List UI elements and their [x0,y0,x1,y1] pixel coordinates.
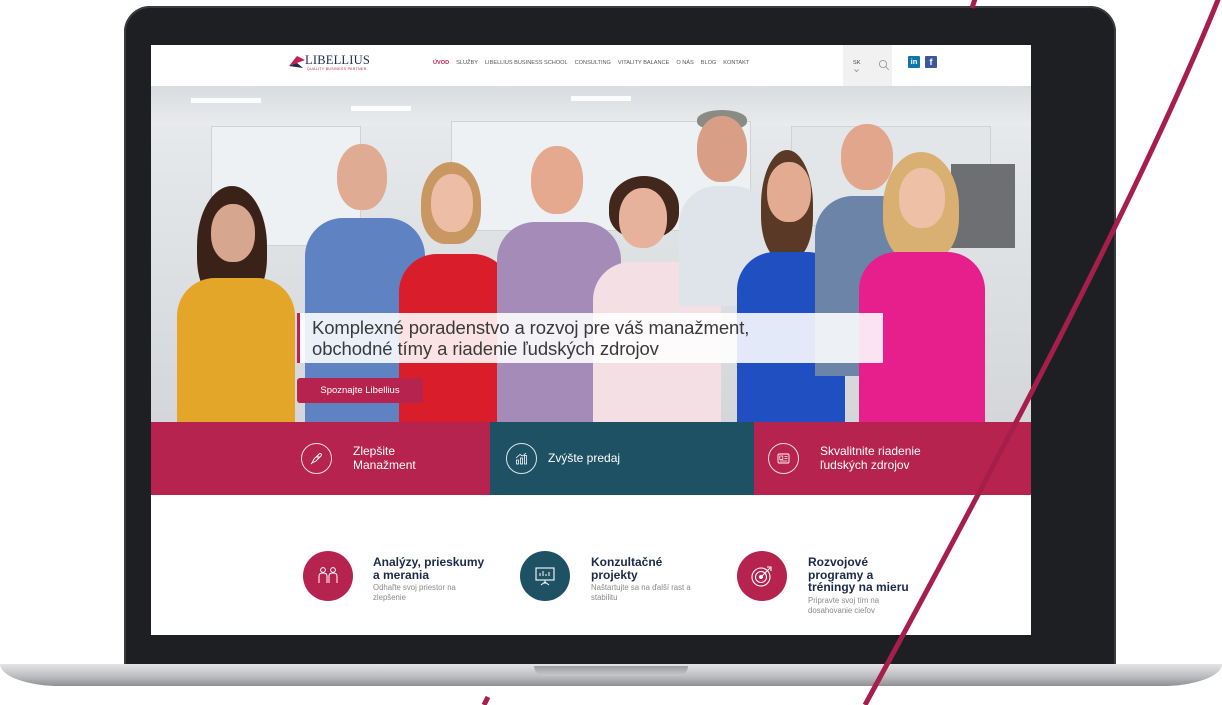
search-icon[interactable] [878,59,890,71]
main-menu: ÚVOD SLUŽBY LIBELLIUS BUSINESS SCHOOL CO… [433,60,749,66]
ceiling-light [191,98,261,103]
hero-headline-line-2: obchodné tímy a riadenie ľudských zdrojo… [312,338,659,359]
hero-headline: Komplexné poradenstvo a rozvoj pre váš m… [297,313,883,363]
service-title-line: Analýzy, prieskumy [373,555,485,569]
service-description: Odhaľte svoj priestor na zlepšenie [373,583,456,602]
service-desc-line: Odhaľte svoj priestor na [373,583,456,592]
site-logo[interactable]: LIBELLIUS QUALITY BUSINESS PARTNER [287,53,397,77]
ceiling-light [571,96,631,101]
feature-label-line-1: Zlepšite [353,444,396,458]
feature-label-line-2: ľudských zdrojov [820,458,910,472]
service-description: Naštartujte sa na ďalší rast a stabilitu [591,583,691,602]
people-analysis-icon[interactable] [303,551,353,601]
id-card-icon [768,443,799,474]
nav-item-o-nas[interactable]: O NÁS [676,60,693,66]
ceiling-light [351,106,411,111]
feature-label: Zlepšite Manažment [353,444,416,472]
nav-item-consulting[interactable]: CONSULTING [575,60,611,66]
learn-more-button[interactable]: Spoznajte Libellius [297,378,423,403]
nav-item-business-school[interactable]: LIBELLIUS BUSINESS SCHOOL [485,60,568,66]
navbar: LIBELLIUS QUALITY BUSINESS PARTNER ÚVOD … [151,45,1031,86]
feature-improve-management[interactable]: Zlepšite Manažment [151,422,490,495]
target-icon[interactable] [737,551,787,601]
logo-subtitle: QUALITY BUSINESS PARTNER [307,67,367,71]
service-title-line: Konzultačné [591,555,663,569]
logo-text: LIBELLIUS [305,53,370,67]
feature-increase-sales[interactable]: Zvýšte predaj [490,422,754,495]
linkedin-icon[interactable]: in [908,56,920,68]
hero-headline-line-1: Komplexné poradenstvo a rozvoj pre váš m… [312,317,750,338]
laptop-screen: LIBELLIUS QUALITY BUSINESS PARTNER ÚVOD … [151,45,1031,635]
service-desc-line: Naštartujte sa na ďalší rast a [591,583,691,592]
dragonfly-logo-icon [289,56,305,68]
facebook-icon[interactable]: f [925,56,937,68]
feature-label: Zvýšte predaj [548,451,621,465]
service-title[interactable]: Analýzy, prieskumy a merania [373,556,484,581]
nav-item-kontakt[interactable]: KONTAKT [723,60,749,66]
service-desc-line: stabilitu [591,592,618,602]
service-desc-line: dosahovanie cieľov [808,605,875,615]
service-description: Pripravte svoj tím na dosahovanie cieľov [808,596,879,615]
growth-chart-icon [506,443,537,474]
laptop-notch [534,666,688,676]
hero-section: Komplexné poradenstvo a rozvoj pre váš m… [151,86,1031,422]
service-title-line: projekty [591,567,638,582]
service-title-line: a merania [373,567,430,582]
nav-item-vitality-balance[interactable]: VITALITY BALANCE [618,60,669,66]
service-title[interactable]: Konzultačné projekty [591,556,662,581]
services-section: Analýzy, prieskumy a merania Odhaľte svo… [151,495,1031,635]
nav-item-blog[interactable]: BLOG [701,60,717,66]
hero-ceiling [151,86,1031,126]
service-title-line: Rozvojové [808,555,869,569]
service-desc-line: Pripravte svoj tím na [808,596,880,605]
feature-label-line-1: Skvalitnite riadenie [820,444,921,458]
language-code: SK [853,60,861,66]
chevron-down-icon [854,69,859,72]
feature-label: Skvalitnite riadenie ľudských zdrojov [820,444,921,472]
wall-screen [951,164,1015,248]
feature-band: Zlepšite Manažment Zvýšte predaj Skvalit… [151,422,1031,495]
presentation-board-icon[interactable] [520,551,570,601]
service-title-line: tréningy na mieru [808,580,909,594]
feature-hr-management[interactable]: Skvalitnite riadenie ľudských zdrojov [754,422,1031,495]
service-desc-line: zlepšenie [373,592,406,602]
nav-item-uvod[interactable]: ÚVOD [433,60,449,66]
feature-label-line-2: Manažment [353,458,416,472]
service-title[interactable]: Rozvojové programy a tréningy na mieru [808,556,909,594]
nav-item-sluzby[interactable]: SLUŽBY [456,60,478,66]
rocket-icon [301,443,332,474]
